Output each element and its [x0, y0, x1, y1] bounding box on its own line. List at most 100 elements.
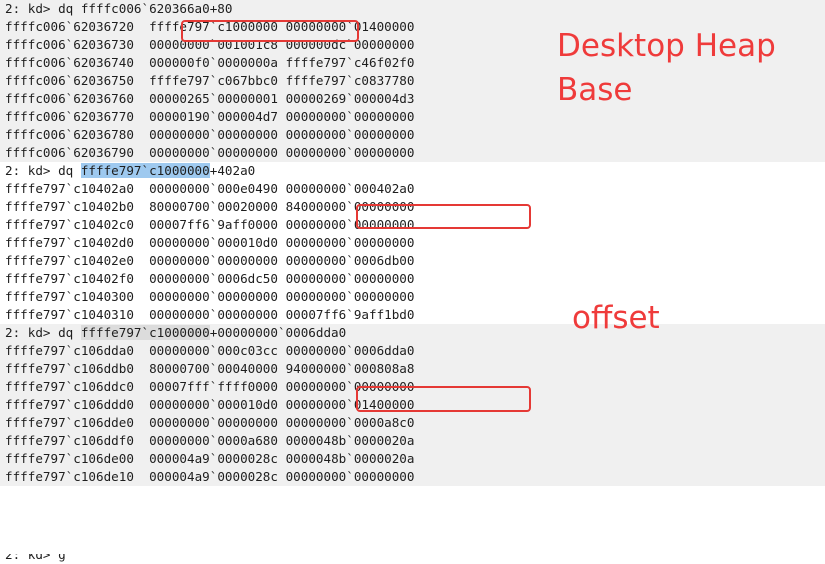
prompt: 2: kd> dq	[5, 163, 81, 178]
qword: 000000f0`0000000a	[149, 55, 278, 70]
qword: 00000000`00000000	[149, 415, 278, 430]
highlighted-heap-base: ffffe797`c1000000	[80, 325, 210, 340]
command-line: 2: kd> dq ffffe797`c1000000+402a0	[0, 162, 825, 180]
qword: 00007ff6`9aff1bd0	[285, 307, 415, 322]
qword: ffffe797`c46f02f0	[285, 55, 415, 70]
memory-row: ffffe797`c106ddf0 00000000`0000a680 0000…	[0, 432, 825, 450]
qword: 00000000`00000000	[285, 271, 415, 286]
next-prompt[interactable]: 2: kd> g	[0, 554, 66, 564]
qword: 00000000`00000000	[149, 289, 278, 304]
qword: 000004a9`0000028c	[149, 451, 278, 466]
qword: 00000000`00000000	[149, 253, 278, 268]
address: ffffe797`c10402e0	[5, 253, 134, 268]
memory-row: ffffc006`62036780 00000000`00000000 0000…	[0, 126, 825, 144]
qword: 00000000`0006dc50	[149, 271, 278, 286]
qword: ffffe797`c0837780	[285, 73, 415, 88]
address: ffffc006`62036730	[5, 37, 134, 52]
address: ffffc006`62036720	[5, 19, 134, 34]
address: ffffe797`c106dde0	[5, 415, 134, 430]
address: ffffe797`c1040300	[5, 289, 134, 304]
qword: 00000000`000e0490	[149, 181, 278, 196]
memory-row: ffffe797`c106dde0 00000000`00000000 0000…	[0, 414, 825, 432]
memory-row: ffffe797`c106ddd0 00000000`000010d0 0000…	[0, 396, 825, 414]
command-line: 2: kd> dq ffffc006`620366a0+80	[0, 0, 825, 18]
address: ffffe797`c106ddf0	[5, 433, 134, 448]
address: ffffe797`c106de10	[5, 469, 134, 484]
command-block-3: 2: kd> dq ffffe797`c1000000+00000000`000…	[0, 324, 825, 486]
qword: 00000000`0006dda0	[285, 343, 415, 358]
memory-row: ffffe797`c106ddc0 00007fff`ffff0000 0000…	[0, 378, 825, 396]
qword: 00000000`000010d0	[149, 397, 278, 412]
qword: 000000dc`00000000	[285, 37, 415, 52]
qword: 00000000`0006db00	[285, 253, 415, 268]
memory-row: ffffe797`c106dda0 00000000`000c03cc 0000…	[0, 342, 825, 360]
qword: 00000000`0000a8c0	[285, 415, 415, 430]
command-argument: ffffc006`620366a0+80	[80, 1, 233, 16]
memory-row: ffffe797`c10402c0 00007ff6`9aff0000 0000…	[0, 216, 825, 234]
qword: 00000000`00000000	[285, 217, 415, 232]
command-line: 2: kd> dq ffffe797`c1000000+00000000`000…	[0, 324, 825, 342]
qword: 00000000`00000000	[149, 127, 278, 142]
qword: 00000269`000004d3	[285, 91, 415, 106]
address: ffffc006`62036740	[5, 55, 134, 70]
annotation-line: Base	[557, 72, 633, 108]
memory-row: ffffc006`62036790 00000000`00000000 0000…	[0, 144, 825, 162]
qword: 80000700`00020000	[149, 199, 278, 214]
memory-row: ffffe797`c10402d0 00000000`000010d0 0000…	[0, 234, 825, 252]
qword: ffffe797`c067bbc0	[149, 73, 278, 88]
address: ffffc006`62036760	[5, 91, 134, 106]
memory-row: ffffe797`c10402e0 00000000`00000000 0000…	[0, 252, 825, 270]
qword: 00000000`00000000	[285, 469, 415, 484]
command-suffix: +00000000`0006dda0	[209, 325, 347, 340]
address: ffffc006`62036750	[5, 73, 134, 88]
address: ffffe797`c10402b0	[5, 199, 134, 214]
qword: 0000048b`0000020a	[285, 451, 415, 466]
memory-row: ffffe797`c1040310 00000000`00000000 0000…	[0, 306, 825, 324]
address: ffffe797`c10402d0	[5, 235, 134, 250]
command-suffix: +402a0	[209, 163, 256, 178]
prompt: 2: kd> dq	[5, 1, 81, 16]
qword: 00000265`00000001	[149, 91, 278, 106]
qword: 00000000`000c03cc	[149, 343, 278, 358]
qword: 00000000`00000000	[285, 109, 415, 124]
address: ffffe797`c106ddc0	[5, 379, 134, 394]
memory-row: ffffe797`c106ddb0 80000700`00040000 9400…	[0, 360, 825, 378]
qword: 00000000`01400000	[285, 19, 415, 34]
selected-heap-base[interactable]: ffffe797`c1000000	[80, 163, 210, 178]
qword: 00007fff`ffff0000	[149, 379, 278, 394]
address: ffffe797`c10402c0	[5, 217, 134, 232]
qword: ffffe797`c1000000	[149, 19, 278, 34]
qword: 00000000`00000000	[285, 127, 415, 142]
qword: 00000190`000004d7	[149, 109, 278, 124]
next-prompt-clipped: 2: kd> g	[0, 554, 825, 564]
qword: 00007ff6`9aff0000	[149, 217, 278, 232]
memory-row: ffffe797`c1040300 00000000`00000000 0000…	[0, 288, 825, 306]
qword: 80000700`00040000	[149, 361, 278, 376]
address: ffffe797`c1040310	[5, 307, 134, 322]
prompt: 2: kd> dq	[5, 325, 81, 340]
qword: 00000000`000010d0	[149, 235, 278, 250]
qword: 0000048b`0000020a	[285, 433, 415, 448]
memory-row: ffffe797`c10402f0 00000000`0006dc50 0000…	[0, 270, 825, 288]
qword: 00000000`00000000	[285, 145, 415, 160]
qword: 00000000`00000000	[149, 307, 278, 322]
qword: 00000000`00000000	[149, 145, 278, 160]
qword: 94000000`000808a8	[285, 361, 415, 376]
qword: 00000000`001001c8	[149, 37, 278, 52]
qword: 00000000`00000000	[285, 235, 415, 250]
memory-row: ffffe797`c106de00 000004a9`0000028c 0000…	[0, 450, 825, 468]
address: ffffc006`62036780	[5, 127, 134, 142]
address: ffffe797`c10402f0	[5, 271, 134, 286]
address: ffffe797`c106dda0	[5, 343, 134, 358]
address: ffffe797`c10402a0	[5, 181, 134, 196]
address: ffffe797`c106ddd0	[5, 397, 134, 412]
command-block-2: 2: kd> dq ffffe797`c1000000+402a0 ffffe7…	[0, 162, 825, 324]
memory-row: ffffe797`c10402a0 00000000`000e0490 0000…	[0, 180, 825, 198]
address: ffffc006`62036770	[5, 109, 134, 124]
qword: 00000000`000402a0	[285, 181, 415, 196]
qword: 000004a9`0000028c	[149, 469, 278, 484]
offset-label: offset	[572, 300, 660, 336]
memory-row: ffffe797`c106de10 000004a9`0000028c 0000…	[0, 468, 825, 486]
memory-row: ffffe797`c10402b0 80000700`00020000 8400…	[0, 198, 825, 216]
address: ffffc006`62036790	[5, 145, 134, 160]
